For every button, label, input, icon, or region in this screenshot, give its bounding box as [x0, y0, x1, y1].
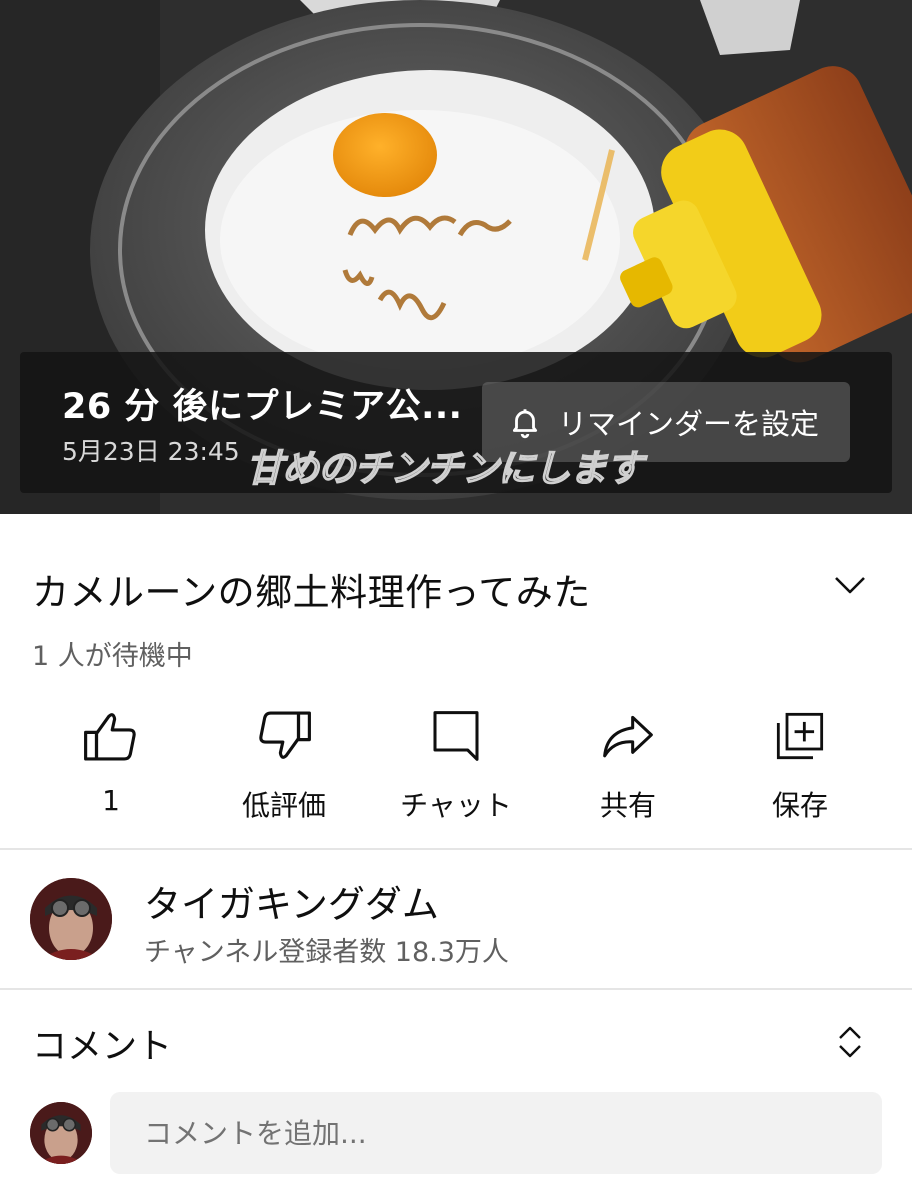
video-player[interactable]: 26 分 後にプレミア公... 5月23日 23:45 リマインダーを設定 甘め… — [0, 0, 912, 514]
video-burned-in-caption: 甘めのチンチンにします — [245, 446, 644, 491]
like-button[interactable]: 1 — [25, 700, 197, 830]
video-title: カメルーンの郷土料理作ってみた — [32, 571, 591, 614]
premiere-scheduled-date: 5月23日 23:45 — [62, 437, 240, 466]
save-button[interactable]: 保存 — [714, 700, 886, 830]
comments-header[interactable]: コメント — [32, 1018, 172, 1069]
dislike-button[interactable]: 低評価 — [198, 700, 370, 830]
chevron-down-icon[interactable] — [830, 566, 870, 606]
dislike-label: 低評価 — [241, 789, 326, 822]
channel-name[interactable]: タイガキングダム — [144, 874, 439, 928]
share-icon — [598, 706, 658, 766]
premiere-countdown-title: 26 分 後にプレミア公... — [62, 387, 463, 427]
like-count: 1 — [102, 784, 120, 817]
user-avatar — [30, 1102, 92, 1164]
save-label: 保存 — [771, 789, 828, 822]
action-bar: 1 低評価 チャット 共有 保存 — [0, 700, 912, 830]
set-reminder-label: リマインダーを設定 — [558, 407, 820, 441]
bell-icon — [508, 405, 542, 439]
chat-button[interactable]: チャット — [370, 700, 542, 830]
save-playlist-icon — [770, 706, 830, 766]
thumbs-up-icon — [81, 706, 141, 766]
sort-chevrons-icon[interactable] — [832, 1022, 868, 1062]
chat-label: チャット — [400, 789, 512, 822]
share-button[interactable]: 共有 — [542, 700, 714, 830]
share-label: 共有 — [599, 789, 656, 822]
waiting-viewers-count: 1 人が待機中 — [32, 641, 193, 672]
channel-avatar[interactable] — [30, 878, 112, 960]
add-comment-input[interactable] — [110, 1092, 882, 1174]
divider — [0, 988, 912, 990]
chat-icon — [426, 706, 486, 766]
subscriber-count: チャンネル登録者数 18.3万人 — [144, 937, 509, 968]
thumbs-down-icon — [254, 706, 314, 766]
divider — [0, 848, 912, 850]
